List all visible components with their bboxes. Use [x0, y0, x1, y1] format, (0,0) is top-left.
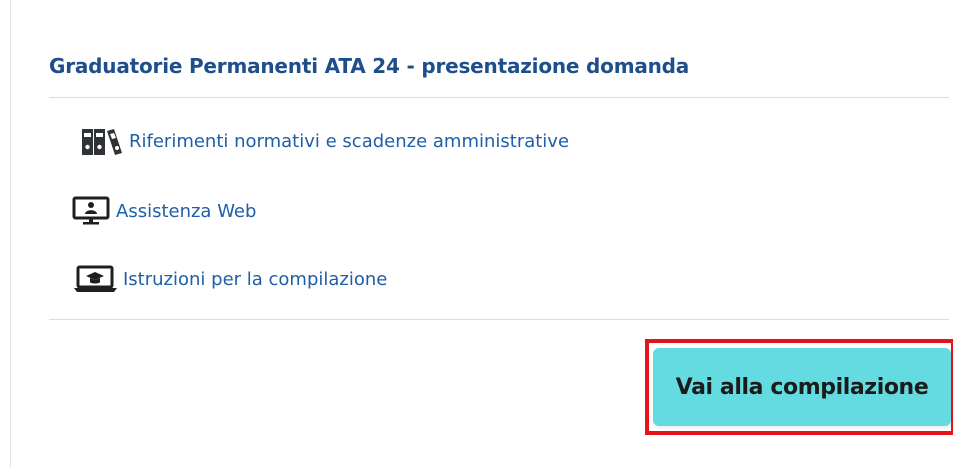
link-label: Riferimenti normativi e scadenze amminis…	[129, 130, 570, 152]
divider-bottom	[49, 319, 949, 320]
page: Graduatorie Permanenti ATA 24 - presenta…	[0, 0, 953, 468]
laptop-graduation-cap-icon	[73, 264, 119, 294]
link-label: Istruzioni per la compilazione	[123, 268, 388, 290]
binders-icon	[81, 125, 125, 157]
panel-left-border	[10, 0, 11, 468]
link-assistenza-web[interactable]: Assistenza Web	[72, 196, 256, 226]
link-riferimenti-normativi[interactable]: Riferimenti normativi e scadenze amminis…	[81, 125, 569, 157]
link-label: Assistenza Web	[116, 200, 257, 222]
vai-alla-compilazione-button[interactable]: Vai alla compilazione	[653, 348, 951, 426]
divider-top	[49, 97, 949, 98]
link-istruzioni-compilazione[interactable]: Istruzioni per la compilazione	[73, 264, 387, 294]
card-title: Graduatorie Permanenti ATA 24 - presenta…	[49, 54, 690, 78]
monitor-user-icon	[72, 196, 112, 226]
